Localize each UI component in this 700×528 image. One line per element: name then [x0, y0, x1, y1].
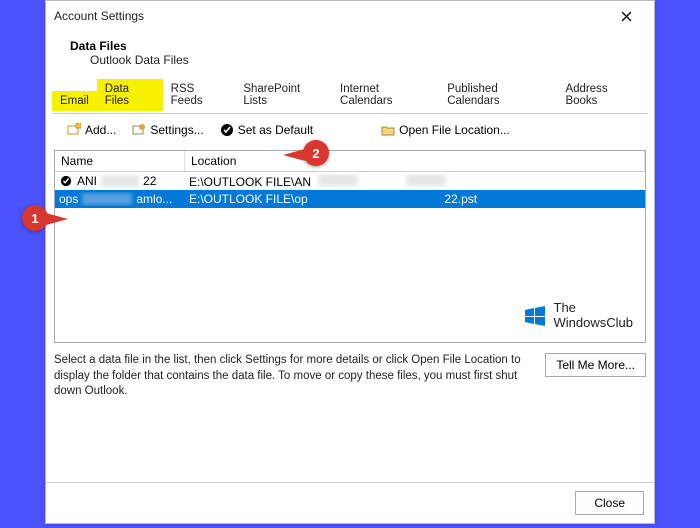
table-header: Name Location [55, 151, 645, 172]
titlebar: Account Settings [46, 1, 654, 31]
settings-label: Settings... [150, 123, 203, 137]
tell-me-more-button[interactable]: Tell Me More... [545, 353, 646, 377]
open-file-location-label: Open File Location... [399, 123, 510, 137]
cell-location: E:\OUTLOOK FILE\op 22.pst [185, 192, 645, 206]
dialog-footer: Close [46, 482, 654, 523]
add-label: Add... [85, 123, 116, 137]
dialog-header: Data Files Outlook Data Files [46, 31, 654, 79]
toolbar: Add... Settings... Set as Default Open F… [52, 113, 648, 150]
folder-icon [381, 123, 395, 137]
set-default-button[interactable]: Set as Default [213, 120, 320, 140]
close-button[interactable]: Close [575, 491, 644, 515]
set-default-label: Set as Default [238, 123, 313, 137]
redacted [318, 174, 358, 186]
table-row[interactable]: ANI 22 E:\OUTLOOK FILE\AN [55, 172, 645, 190]
tab-published-calendars[interactable]: Published Calendars [439, 79, 557, 111]
window-close-button[interactable] [606, 3, 646, 29]
add-icon [67, 123, 81, 137]
tab-sharepoint-lists[interactable]: SharePoint Lists [235, 79, 332, 111]
account-settings-window: Account Settings Data Files Outlook Data… [45, 0, 655, 524]
brand-line2: WindowsClub [554, 316, 633, 330]
table-row[interactable]: ops amlo... E:\OUTLOOK FILE\op 22.pst [55, 190, 645, 208]
settings-button[interactable]: Settings... [125, 120, 210, 140]
tab-rss-feeds[interactable]: RSS Feeds [163, 79, 236, 111]
tab-address-books[interactable]: Address Books [557, 79, 648, 111]
redacted [406, 174, 446, 186]
watermark-logo: The WindowsClub [522, 301, 633, 330]
header-title: Data Files [70, 39, 634, 53]
cell-name: ANI 22 [55, 174, 185, 188]
column-location[interactable]: Location [185, 151, 645, 171]
hint-row: Select a data file in the list, then cli… [54, 353, 646, 400]
window-title: Account Settings [54, 9, 606, 23]
brand-line1: The [554, 301, 633, 315]
tab-strip: Email Data Files RSS Feeds SharePoint Li… [46, 79, 654, 111]
tab-internet-calendars[interactable]: Internet Calendars [332, 79, 439, 111]
redacted [82, 193, 132, 205]
header-subtitle: Outlook Data Files [70, 53, 634, 67]
open-file-location-button[interactable]: Open File Location... [374, 120, 517, 140]
default-check-icon [59, 174, 73, 188]
column-name[interactable]: Name [55, 151, 185, 171]
settings-icon [132, 123, 146, 137]
add-button[interactable]: Add... [60, 120, 123, 140]
check-icon [220, 123, 234, 137]
cell-name: ops amlo... [55, 192, 185, 206]
hint-text: Select a data file in the list, then cli… [54, 353, 535, 400]
tab-data-files[interactable]: Data Files [97, 79, 163, 111]
table-body: ANI 22 E:\OUTLOOK FILE\AN ops amlo... [55, 172, 645, 342]
cell-location: E:\OUTLOOK FILE\AN [185, 174, 645, 189]
data-files-table: Name Location ANI 22 E:\OUTLOOK FILE\AN [54, 150, 646, 343]
close-icon [621, 11, 632, 22]
tab-email[interactable]: Email [52, 91, 97, 111]
windowsclub-icon [522, 303, 548, 329]
redacted [101, 175, 139, 187]
